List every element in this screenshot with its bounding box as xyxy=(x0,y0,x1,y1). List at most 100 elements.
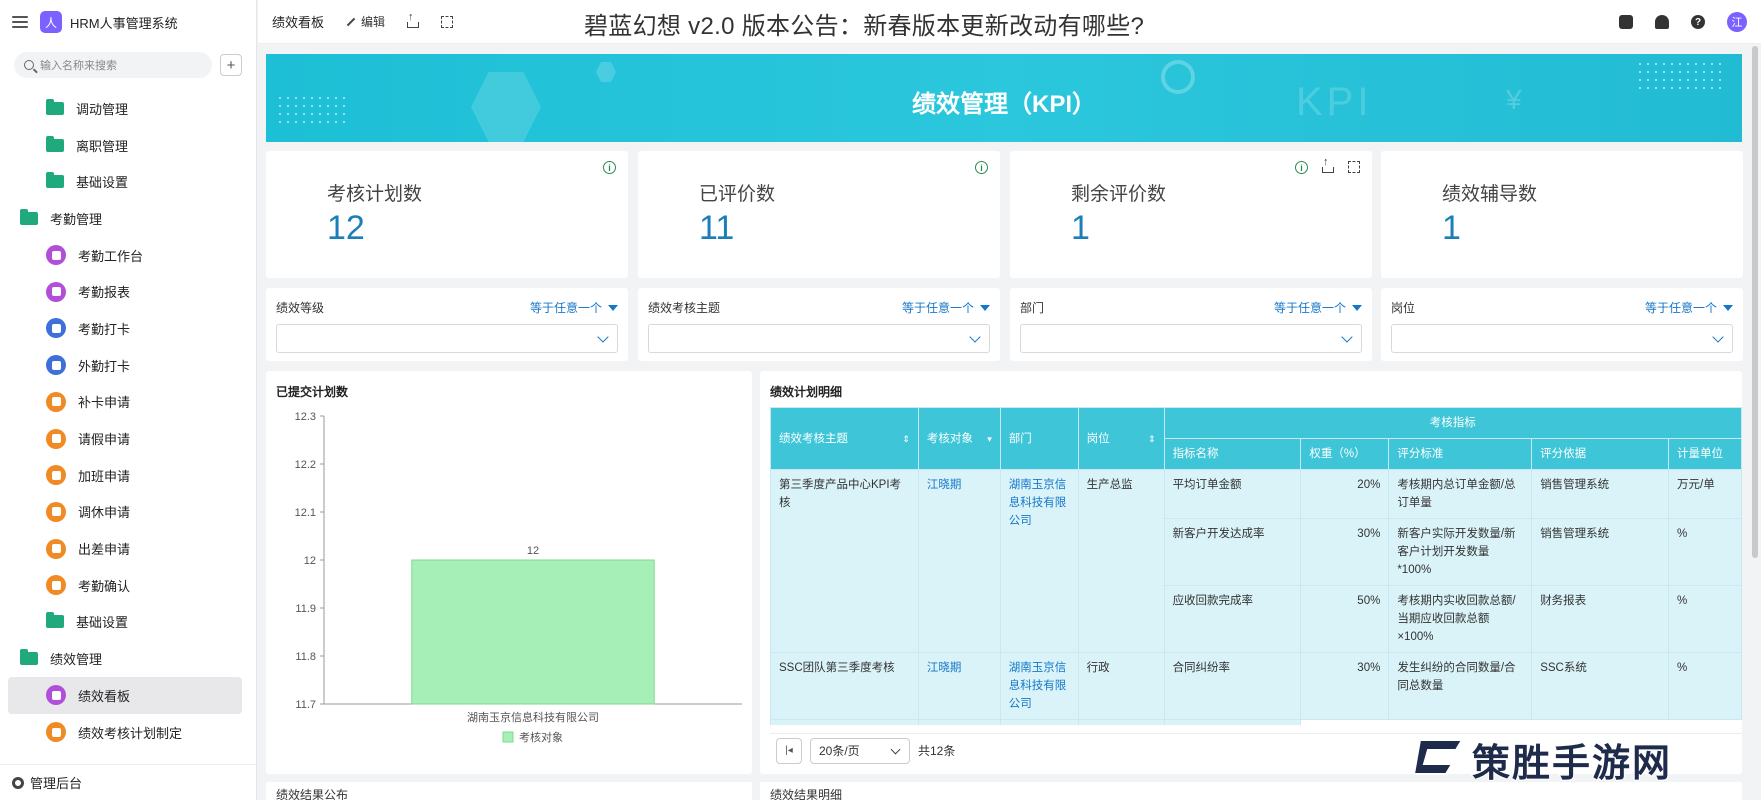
fullscreen-button[interactable] xyxy=(441,15,454,28)
sidebar-item[interactable]: 调休申请 xyxy=(8,494,242,531)
orange-form-icon xyxy=(46,391,66,412)
panel-title: 绩效结果明细 xyxy=(770,788,843,800)
sidebar-search-input[interactable]: 输入名称来搜索 xyxy=(14,52,212,78)
sort-icon[interactable]: ⇕ xyxy=(1148,430,1156,448)
dropdown-icon[interactable]: ▾ xyxy=(987,430,992,448)
col-group-header-indicators: 考核指标 xyxy=(1163,407,1742,439)
col-header-topic[interactable]: 绩效考核主题 ⇕ xyxy=(770,407,919,470)
sidebar-item-label: 绩效管理 xyxy=(50,652,103,668)
banner-title: 绩效管理（KPI） xyxy=(911,91,1096,118)
sidebar-item[interactable]: 调动管理 xyxy=(8,90,242,127)
x-tick-label: 湖南玉京信息科技有限公司 xyxy=(467,710,599,724)
table-row[interactable]: SSC团队第三季度考核 江晓期 湖南玉京信息科技有限公司 行政 合同纠纷率 30% 发生纠纷… xyxy=(770,652,1742,720)
sidebar-item[interactable]: 考勤报表 xyxy=(8,273,242,310)
col-header-post[interactable]: 岗位 ⇕ xyxy=(1077,407,1165,470)
cell-target-link: 江晓期 xyxy=(917,469,1001,653)
folder-open-icon xyxy=(20,208,38,225)
folder-icon xyxy=(46,98,64,115)
sidebar-item[interactable]: 基础设置 xyxy=(8,604,242,641)
admin-console-link[interactable]: 管理后台 xyxy=(0,764,256,800)
info-icon[interactable]: i xyxy=(603,161,616,174)
col-header-basis[interactable]: 评分依据 xyxy=(1531,438,1670,470)
sidebar-item-label: 基础设置 xyxy=(76,615,129,631)
purple-app-icon xyxy=(46,281,66,302)
cell-dept-link: 湖南玉京信息科技有限公司 xyxy=(999,469,1079,653)
cell-weight: 20% xyxy=(1300,469,1390,519)
y-tick-label: 11.9 xyxy=(295,603,316,615)
filter-select[interactable] xyxy=(648,324,990,353)
info-icon[interactable]: i xyxy=(1295,161,1308,174)
sidebar-item-label: 外勤打卡 xyxy=(78,358,131,374)
sidebar-header: 人 HRM人事管理系统 xyxy=(0,0,256,44)
col-header-target[interactable]: 考核对象 ▾ xyxy=(917,407,1001,470)
cell-unit: % xyxy=(1668,585,1742,653)
sidebar-item-label: 绩效考核计划制定 xyxy=(78,725,183,741)
sidebar-item[interactable]: 考勤打卡 xyxy=(8,310,242,347)
panel-title: 绩效结果公布 xyxy=(276,788,349,800)
avatar[interactable]: 江 xyxy=(1727,12,1747,32)
sidebar-item[interactable]: 加班申请 xyxy=(8,457,242,494)
sidebar-item-label: 考勤工作台 xyxy=(78,248,144,264)
col-header-indicator-name[interactable]: 指标名称 xyxy=(1163,438,1302,470)
hexagon-decoration-small xyxy=(596,62,616,82)
sort-icon[interactable]: ⇕ xyxy=(902,430,910,448)
search-icon xyxy=(24,60,34,70)
sidebar-item[interactable]: 绩效管理 xyxy=(8,640,242,677)
filter-operator-dropdown[interactable]: 等于任意一个 xyxy=(1645,299,1733,316)
notes-icon[interactable] xyxy=(1619,15,1633,29)
sidebar-item[interactable]: 请假申请 xyxy=(8,420,242,457)
submitted-plans-chart-panel: 已提交计划数 12.3 12.2 12.1 12 11.9 11.8 11.7 12 湖南玉京信… xyxy=(266,371,752,774)
filter-select[interactable] xyxy=(1020,324,1362,353)
sidebar-item[interactable]: 考勤工作台 xyxy=(8,237,242,274)
col-header-label: 考核对象 xyxy=(926,432,973,445)
filter-select[interactable] xyxy=(1391,324,1733,353)
watermark-logo-icon xyxy=(1412,739,1464,775)
filter-select[interactable] xyxy=(276,324,618,353)
cell-standard: 考核期内实收回款总额/当期应收回款总额×100% xyxy=(1388,585,1533,653)
export-icon[interactable] xyxy=(1322,156,1334,173)
page-scrollbar[interactable] xyxy=(1752,46,1758,558)
cell-basis: SSC系统 xyxy=(1531,652,1670,720)
col-header-unit[interactable]: 计量单位 xyxy=(1668,438,1742,470)
sidebar-item[interactable]: 出差申请 xyxy=(8,530,242,567)
sidebar-item[interactable]: 离职管理 xyxy=(8,127,242,164)
help-icon[interactable]: ? xyxy=(1691,15,1705,29)
sidebar-item-label: 基础设置 xyxy=(76,175,129,191)
sidebar-item-label: 考勤管理 xyxy=(50,211,103,227)
sidebar-item[interactable]: 外勤打卡 xyxy=(8,347,242,384)
hamburger-menu-icon[interactable] xyxy=(12,16,28,28)
plan-detail-table-wrap[interactable]: 绩效考核主题 ⇕ 考核对象 ▾ 部门 岗位 ⇕ 考核指标 指标名称 权重（%） 评分标… xyxy=(770,407,1742,725)
table-title: 绩效计划明细 xyxy=(770,385,843,399)
filter-operator-dropdown[interactable]: 等于任意一个 xyxy=(530,299,618,316)
table-row[interactable]: 第三季度产品中心KPI考核 江晓期 湖南玉京信息科技有限公司 生产总监 平均订单金额 20… xyxy=(770,469,1742,653)
sidebar-item[interactable]: 绩效看板 xyxy=(8,677,242,714)
y-tick-label: 11.7 xyxy=(295,699,316,711)
purple-app-icon xyxy=(46,685,66,706)
info-icon[interactable]: i xyxy=(975,161,988,174)
add-icon[interactable]: + xyxy=(220,54,242,76)
page-size-select[interactable]: 20条/页 xyxy=(810,737,910,764)
sidebar-item[interactable]: 补卡申请 xyxy=(8,384,242,421)
sidebar-item-label: 绩效看板 xyxy=(78,688,131,704)
y-tick-label: 11.8 xyxy=(295,651,316,663)
col-header-weight[interactable]: 权重（%） xyxy=(1300,438,1390,470)
sidebar-item-label: 考勤确认 xyxy=(78,578,131,594)
col-header-standard[interactable]: 评分标准 xyxy=(1388,438,1533,470)
sidebar-item[interactable]: 考勤管理 xyxy=(8,200,242,237)
sidebar-item-label: 调休申请 xyxy=(78,505,131,521)
filter-operator-dropdown[interactable]: 等于任意一个 xyxy=(1274,299,1362,316)
pager-first-button[interactable]: |◂ xyxy=(776,737,802,764)
filter-operator-dropdown[interactable]: 等于任意一个 xyxy=(902,299,990,316)
sidebar-item[interactable]: 基础设置 xyxy=(8,163,242,200)
bell-icon[interactable] xyxy=(1655,15,1669,29)
y-tick-label: 12.3 xyxy=(295,411,316,423)
chevron-down-icon xyxy=(1712,331,1724,343)
col-header-dept[interactable]: 部门 xyxy=(999,407,1079,470)
filter-department: 部门 等于任意一个 xyxy=(1010,288,1372,361)
sidebar-item[interactable]: 考勤确认 xyxy=(8,567,242,604)
share-button[interactable] xyxy=(407,11,420,28)
sidebar-item[interactable]: 绩效考核计划制定 xyxy=(8,714,242,751)
filter-operator-label: 等于任意一个 xyxy=(1273,301,1346,315)
edit-button[interactable]: 编辑 xyxy=(346,13,385,30)
expand-icon[interactable] xyxy=(1348,161,1360,173)
